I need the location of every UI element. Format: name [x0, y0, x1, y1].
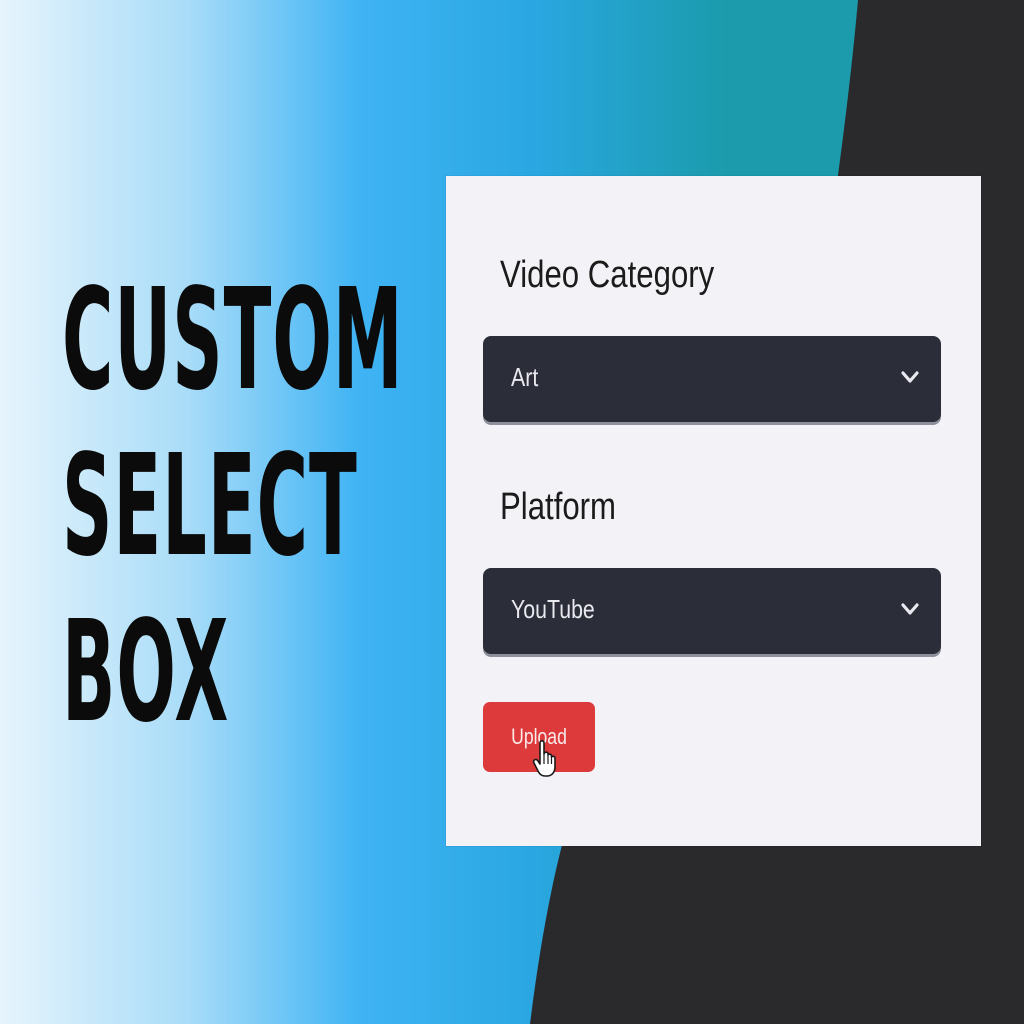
headline-line-box: BOX	[62, 591, 230, 754]
platform-value: YouTube	[511, 594, 595, 624]
chevron-down-icon	[901, 603, 919, 615]
video-category-select[interactable]: Art	[483, 336, 941, 422]
hand-pointer-icon	[532, 740, 556, 777]
chevron-down-icon	[901, 371, 919, 383]
video-category-label: Video Category	[500, 254, 715, 296]
form-card: Video Category Art Platform YouTube Uplo…	[446, 176, 981, 846]
headline-line-custom: CUSTOM	[62, 259, 404, 422]
video-category-value: Art	[511, 362, 539, 392]
platform-select[interactable]: YouTube	[483, 568, 941, 654]
platform-label: Platform	[500, 486, 617, 528]
headline-line-select: SELECT	[62, 425, 358, 588]
headline: CUSTOM SELECT BOX	[62, 258, 422, 756]
